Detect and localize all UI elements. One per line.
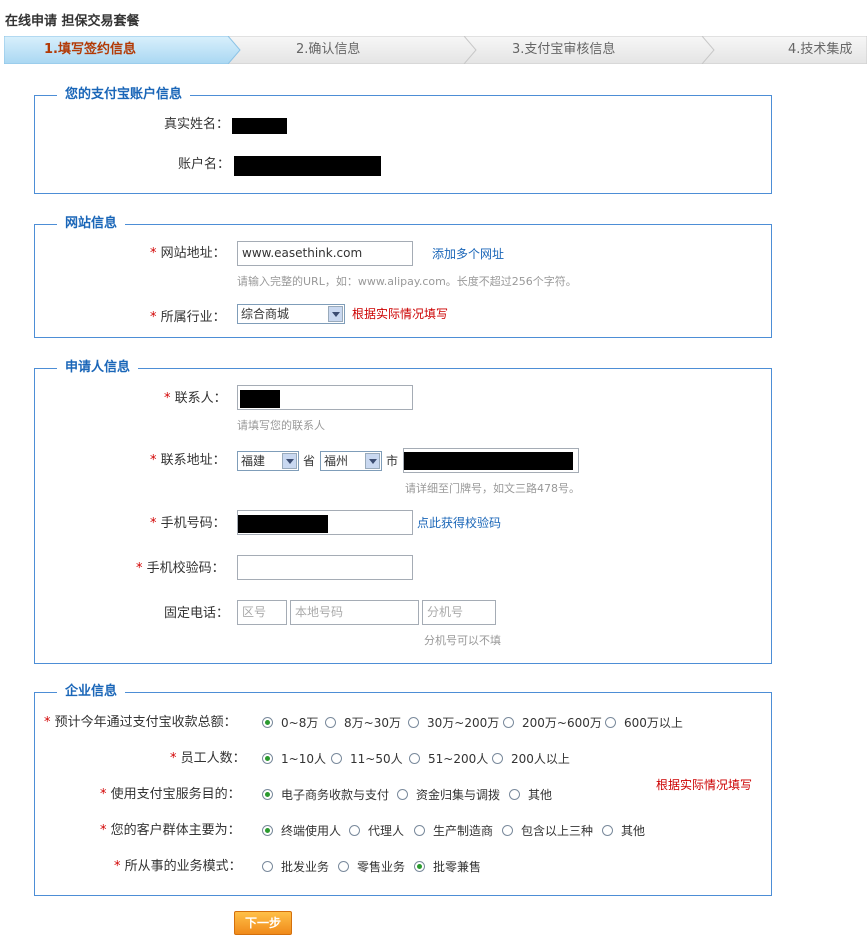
company-legend: 企业信息 [57,684,126,700]
purpose-option[interactable]: 资金归集与调拨 [416,788,500,802]
revenue-radio[interactable] [605,717,616,728]
realname-redacted [232,118,287,134]
phone-label: 固定电话： [164,606,230,621]
employees-radio[interactable] [409,753,420,764]
customers-radio[interactable] [349,825,360,836]
purpose-label: * 使用支付宝服务目的： [100,787,241,802]
revenue-label: * 预计今年通过支付宝收款总额： [44,715,237,730]
employees-option[interactable]: 1~10人 [281,752,326,766]
page-title: 在线申请 担保交易套餐 [5,14,140,29]
revenue-option[interactable]: 30万~200万 [427,716,499,730]
area-code-input[interactable]: 区号 [237,600,287,625]
province-suffix: 省 [303,454,316,468]
get-code-link[interactable]: 点此获得校验码 [417,515,501,531]
chevron-down-icon [328,306,343,322]
site-legend: 网站信息 [57,216,126,232]
customers-option[interactable]: 终端使用人 [281,824,341,838]
province-select[interactable]: 福建 [237,451,299,471]
account-section: 您的支付宝账户信息 [34,87,772,194]
purpose-option[interactable]: 其他 [528,788,552,802]
chevron-down-icon [365,453,380,469]
purpose-radio[interactable] [509,789,520,800]
account-name-label: 账户名： [178,157,231,172]
business-model-label: * 所从事的业务模式： [114,859,242,874]
industry-label: * 所属行业： [150,310,226,325]
customers-radio[interactable] [502,825,513,836]
business-model-radio[interactable] [414,861,425,872]
industry-note: 根据实际情况填写 [352,307,449,321]
business-model-option[interactable]: 零售业务 [357,860,405,874]
local-number-input[interactable]: 本地号码 [290,600,419,625]
customers-option[interactable]: 生产制造商 [433,824,493,838]
business-model-radio[interactable] [338,861,349,872]
customers-label: * 您的客户群体主要为： [100,823,241,838]
url-hint: 请输入完整的URL，如：www.alipay.com。长度不超过256个字符。 [237,275,577,288]
account-name-redacted [234,156,381,176]
city-select[interactable]: 福州 [320,451,382,471]
progress-steps: 1.填写签约信息 2.确认信息 3.支付宝审核信息 4.技术集成 [4,36,867,64]
required-mark: * [150,246,161,261]
revenue-option[interactable]: 8万~30万 [344,716,401,730]
add-more-urls-link[interactable]: 添加多个网址 [432,246,504,262]
customers-option[interactable]: 代理人 [368,824,404,838]
revenue-option[interactable]: 0~8万 [281,716,318,730]
step-4: 4.技术集成 [788,42,853,57]
account-legend: 您的支付宝账户信息 [57,87,191,103]
next-step-button[interactable]: 下一步 [234,911,292,935]
industry-select[interactable]: 综合商城 [237,304,345,324]
code-label: * 手机校验码： [136,561,225,576]
business-model-option[interactable]: 批发业务 [281,860,329,874]
revenue-radio[interactable] [503,717,514,728]
purpose-option[interactable]: 电子商务收款与支付 [281,788,389,802]
revenue-option[interactable]: 600万以上 [624,716,683,730]
extension-input[interactable]: 分机号 [422,600,496,625]
step-3: 3.支付宝审核信息 [512,42,616,57]
chevron-down-icon [282,453,297,469]
employees-radio[interactable] [331,753,342,764]
step-1: 1.填写签约信息 [44,42,136,57]
employees-label: * 员工人数： [170,751,246,766]
address-redacted [404,452,573,470]
url-input[interactable]: www.easethink.com [237,241,413,266]
contact-redacted [240,390,280,408]
city-suffix: 市 [386,454,399,468]
revenue-radio[interactable] [408,717,419,728]
address-hint: 请详细至门牌号，如文三路478号。 [405,482,580,495]
mobile-label: * 手机号码： [150,516,226,531]
address-label: * 联系地址： [150,453,226,468]
extension-hint: 分机号可以不填 [424,634,501,647]
code-input[interactable] [237,555,413,580]
customers-radio[interactable] [262,825,273,836]
customers-option[interactable]: 包含以上三种 [521,824,593,838]
realname-label: 真实姓名： [164,117,230,132]
customers-radio[interactable] [602,825,613,836]
employees-option[interactable]: 11~50人 [350,752,403,766]
applicant-legend: 申请人信息 [57,360,139,376]
step-2: 2.确认信息 [296,42,361,57]
employees-radio[interactable] [492,753,503,764]
customers-option[interactable]: 其他 [621,824,645,838]
employees-radio[interactable] [262,753,273,764]
url-label: * 网站地址： [150,246,226,261]
revenue-radio[interactable] [262,717,273,728]
employees-option[interactable]: 51~200人 [428,752,488,766]
business-model-option[interactable]: 批零兼售 [433,860,481,874]
purpose-radio[interactable] [262,789,273,800]
mobile-redacted [238,515,328,533]
revenue-option[interactable]: 200万~600万 [522,716,602,730]
contact-label: * 联系人： [164,391,227,406]
company-note: 根据实际情况填写 [656,778,753,792]
revenue-radio[interactable] [325,717,336,728]
employees-option[interactable]: 200人以上 [511,752,570,766]
contact-hint: 请填写您的联系人 [237,419,325,432]
purpose-radio[interactable] [397,789,408,800]
customers-radio[interactable] [414,825,425,836]
business-model-radio[interactable] [262,861,273,872]
